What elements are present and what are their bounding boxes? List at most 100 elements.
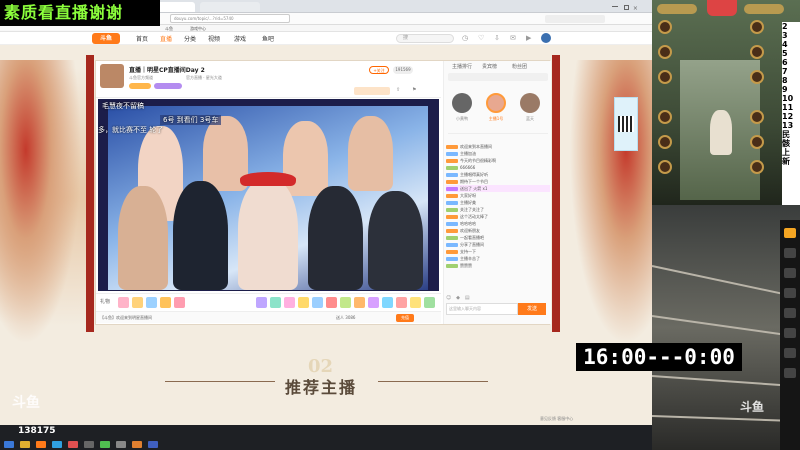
app-icon[interactable]	[148, 441, 158, 448]
download-icon[interactable]: ⇩	[494, 34, 500, 42]
gift-item[interactable]	[256, 297, 267, 308]
number-item: 5	[782, 49, 788, 58]
level-badge	[129, 83, 151, 89]
gift-item[interactable]	[174, 297, 185, 308]
tab-fans[interactable]: 粉丝团	[512, 63, 527, 70]
gift-item[interactable]	[298, 297, 309, 308]
send-button[interactable]: 发送	[518, 303, 546, 315]
feedback-link[interactable]: 意见反馈 客服中心	[540, 416, 573, 422]
gift-item[interactable]	[160, 297, 171, 308]
client-icon[interactable]	[784, 368, 796, 378]
tab-inactive[interactable]	[200, 2, 260, 12]
share-icon[interactable]: ⇪	[396, 87, 400, 93]
game-scene	[680, 60, 760, 200]
side-text: 骸	[782, 139, 790, 148]
start-icon[interactable]	[4, 441, 14, 448]
app-icon[interactable]	[84, 441, 94, 448]
nav-item-yuba[interactable]: 鱼吧	[262, 34, 274, 43]
follow-button[interactable]: +关注	[369, 66, 389, 74]
gift-item[interactable]	[270, 297, 281, 308]
toolbar-search[interactable]	[545, 15, 605, 23]
nav-item-video[interactable]: 视频	[208, 34, 220, 43]
rank-avatar[interactable]	[452, 93, 472, 113]
message-icon[interactable]: ✉	[510, 34, 516, 42]
skill-icon	[750, 135, 764, 149]
rank-subtabs[interactable]	[448, 73, 548, 81]
gift-item[interactable]	[326, 297, 337, 308]
site-search-input[interactable]: 搜	[396, 34, 454, 43]
number-column: 2 3 4 5 6 7 8 9 10 11 12 13 民 骸 上 新	[782, 22, 800, 222]
client-icon[interactable]	[784, 348, 796, 358]
app-icon[interactable]	[116, 441, 126, 448]
video-player[interactable]: 毛慧夜不留稿 6号 到看们 3号车 多，就比赛不至 轮了	[98, 99, 439, 291]
fan-badge-icon[interactable]: ◆	[456, 295, 460, 301]
client-icon[interactable]	[784, 248, 796, 258]
client-icon[interactable]	[784, 308, 796, 318]
rail-line	[651, 315, 800, 338]
client-icon[interactable]	[784, 228, 796, 238]
client-icon[interactable]	[784, 288, 796, 298]
app-icon[interactable]	[100, 441, 110, 448]
gift-item[interactable]	[396, 297, 407, 308]
broadcast-icon[interactable]: ▶	[526, 34, 531, 42]
gift-item[interactable]	[284, 297, 295, 308]
nav-item-home[interactable]: 首页	[136, 34, 148, 43]
emoji-icon[interactable]: ☺	[446, 295, 451, 301]
client-icon[interactable]	[784, 328, 796, 338]
chat-sidebar: 主播排行 贵宾榜 粉丝团 小黄鸭 主播1号 蓝天 欢迎来到本直播间 主播加油 今…	[443, 61, 551, 324]
activity-banner[interactable]	[354, 87, 390, 95]
person	[173, 181, 228, 290]
room-title: 直播｜明星CP直播间Day 2	[129, 67, 205, 74]
gift-item[interactable]	[382, 297, 393, 308]
gift-item[interactable]	[312, 297, 323, 308]
rank-avatar[interactable]	[520, 93, 540, 113]
app-qr-panel[interactable]	[614, 97, 638, 151]
skill-icon	[750, 110, 764, 124]
user-avatar[interactable]	[541, 33, 551, 43]
folder-icon[interactable]	[20, 441, 30, 448]
recharge-button[interactable]: 充值	[396, 314, 414, 322]
gift-item[interactable]	[424, 297, 435, 308]
room-notice: 【斗鱼】欢迎来到明星直播间	[100, 315, 152, 320]
gift-item[interactable]	[340, 297, 351, 308]
side-text: 新	[782, 157, 790, 166]
person	[118, 186, 168, 290]
skill-icon	[658, 160, 672, 174]
nav-item-game[interactable]: 游戏	[234, 34, 246, 43]
app-icon[interactable]	[52, 441, 62, 448]
nav-item-category[interactable]: 分类	[184, 34, 196, 43]
rank-avatar[interactable]	[486, 93, 506, 113]
number-item: 2	[782, 22, 788, 31]
chat-gift-message: 送出了 火箭 x1	[446, 185, 550, 192]
client-icon[interactable]	[784, 268, 796, 278]
gift-item[interactable]	[132, 297, 143, 308]
gift-item[interactable]	[146, 297, 157, 308]
divider-line	[378, 381, 488, 382]
viewer-counter: 138175	[18, 426, 56, 436]
number-item: 9	[782, 85, 788, 94]
tab-host-rank[interactable]: 主播排行	[452, 63, 472, 70]
gift-item[interactable]	[118, 297, 129, 308]
host-avatar[interactable]	[100, 64, 124, 88]
report-icon[interactable]: ⚑	[412, 87, 416, 93]
window-controls[interactable]: ×	[610, 3, 644, 12]
app-icon[interactable]	[36, 441, 46, 448]
app-icon[interactable]	[132, 441, 142, 448]
site-logo[interactable]: 斗鱼	[92, 33, 120, 44]
decor-left	[0, 60, 86, 360]
scroll-pillar-right	[552, 55, 560, 332]
skill-icon	[658, 20, 672, 34]
tab-vip[interactable]: 贵宾榜	[482, 63, 497, 70]
gift-item[interactable]	[410, 297, 421, 308]
chat-input[interactable]: 这里输入聊天内容	[446, 303, 518, 315]
chat-message: 欢迎来到本直播间	[446, 143, 550, 150]
nav-item-live[interactable]: 直播	[160, 34, 172, 43]
gift-item[interactable]	[368, 297, 379, 308]
barrage-icon[interactable]: ▤	[465, 295, 470, 301]
follow-icon[interactable]: ♡	[478, 34, 484, 42]
history-icon[interactable]: ◷	[462, 34, 468, 42]
gift-item[interactable]	[354, 297, 365, 308]
divider-line	[165, 381, 275, 382]
url-input[interactable]: douyu.com/topic/...?rid=5740	[170, 14, 290, 23]
app-icon[interactable]	[68, 441, 78, 448]
